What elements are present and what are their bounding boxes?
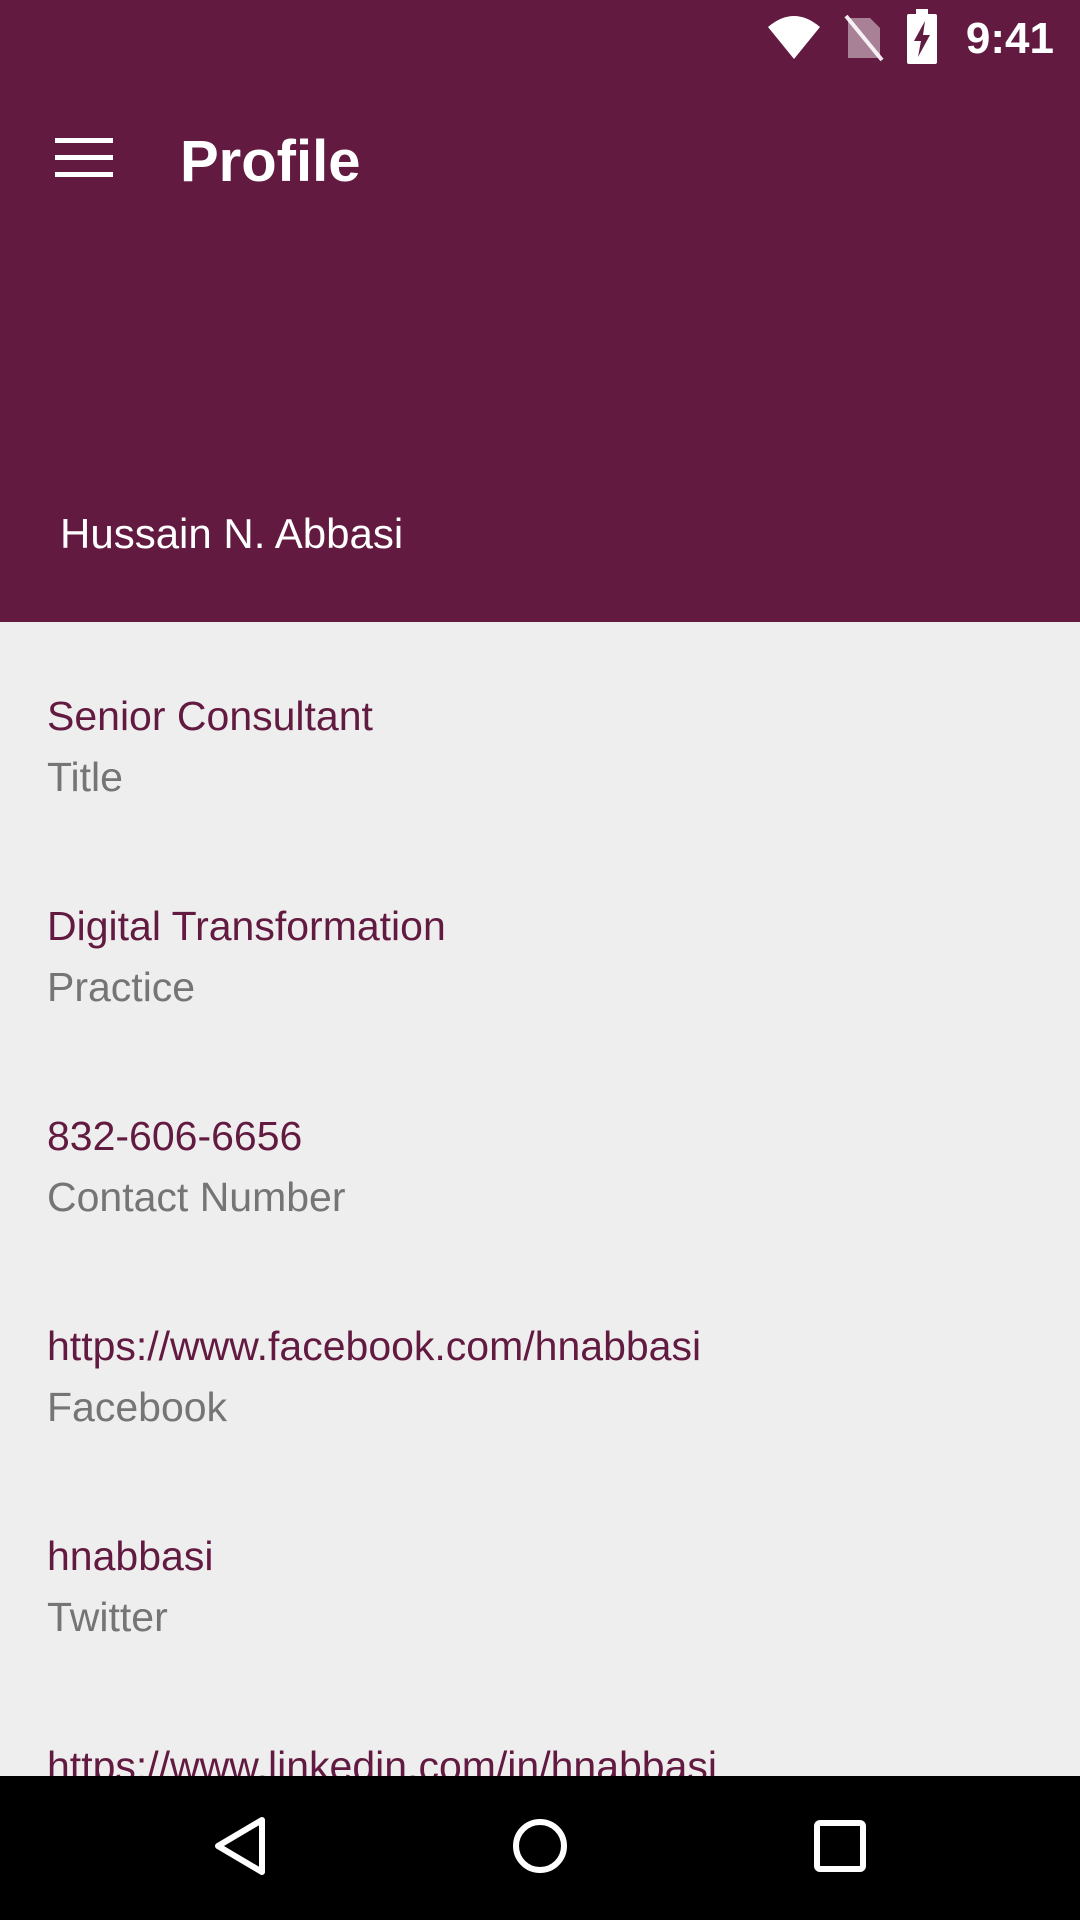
linkedin-link[interactable]: https://www.linkedin.com/in/hnabbasi [47, 1738, 717, 1776]
field-contact-number[interactable]: 832-606-6656 Contact Number [47, 1108, 346, 1225]
profile-name: Hussain N. Abbasi [60, 510, 404, 557]
field-title: Senior Consultant Title [47, 688, 373, 805]
profile-header: 9:41 Profile Hussain N. Abbasi [0, 0, 1080, 622]
status-time: 9:41 [965, 14, 1054, 63]
field-label: Title [47, 754, 123, 800]
home-icon [510, 1816, 570, 1881]
menu-button[interactable] [40, 124, 128, 196]
back-button[interactable] [190, 1798, 290, 1898]
field-value: Senior Consultant [47, 693, 373, 739]
twitter-link[interactable]: hnabbasi [47, 1528, 213, 1584]
field-facebook[interactable]: https://www.facebook.com/hnabbasi Facebo… [47, 1318, 701, 1435]
field-linkedin[interactable]: https://www.linkedin.com/in/hnabbasi [47, 1738, 717, 1776]
field-twitter[interactable]: hnabbasi Twitter [47, 1528, 213, 1645]
phone-link[interactable]: 832-606-6656 [47, 1108, 346, 1164]
field-label: Facebook [47, 1384, 228, 1430]
home-button[interactable] [490, 1798, 590, 1898]
field-label: Practice [47, 964, 196, 1010]
field-practice: Digital Transformation Practice [47, 898, 446, 1015]
status-bar: 9:41 [0, 0, 1080, 78]
no-sim-icon [844, 12, 884, 67]
profile-details-list[interactable]: Senior Consultant Title Digital Transfor… [0, 622, 1080, 1776]
field-value: Digital Transformation [47, 903, 446, 949]
facebook-link[interactable]: https://www.facebook.com/hnabbasi [47, 1318, 701, 1374]
recents-button[interactable] [790, 1798, 890, 1898]
toolbar: Profile [0, 100, 1080, 220]
recents-icon [812, 1818, 868, 1879]
page-title: Profile [180, 129, 361, 194]
back-icon [210, 1814, 270, 1883]
battery-charging-icon [906, 8, 938, 70]
field-label: Twitter [47, 1594, 168, 1640]
wifi-icon [766, 13, 822, 66]
status-icons: 9:41 [766, 8, 1054, 70]
hamburger-menu-icon [55, 136, 113, 185]
field-label: Contact Number [47, 1174, 346, 1220]
system-nav-bar [0, 1776, 1080, 1920]
